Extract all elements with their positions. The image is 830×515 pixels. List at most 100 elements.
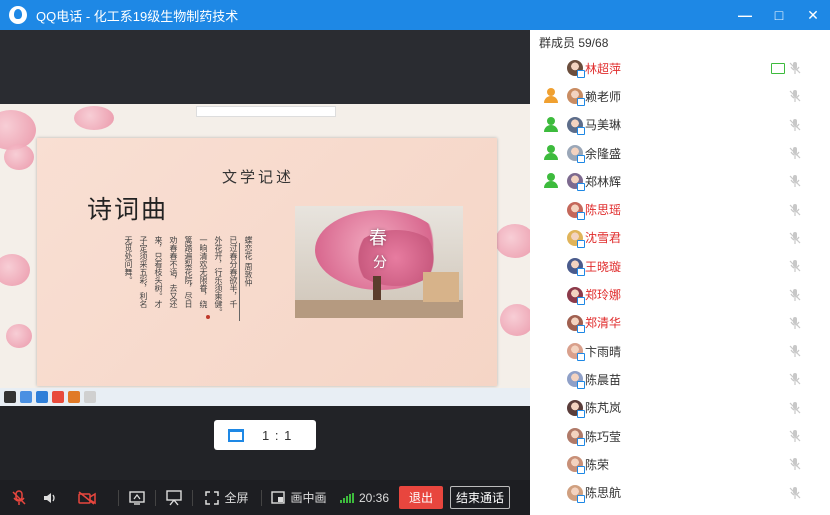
member-name: 郑清华	[585, 316, 622, 331]
avatar	[567, 343, 585, 362]
avatar	[567, 484, 585, 503]
avatar	[567, 173, 585, 192]
presentation-slide: 文学记述 诗词曲 蝶恋花 周敦仲 已过春分春欲半，千 外花开，行乐须乘健。 一晌…	[37, 138, 497, 386]
member-row[interactable]: 郑玲娜	[530, 280, 830, 308]
end-call-button[interactable]: 结束通话	[450, 486, 511, 509]
member-row[interactable]: 郑林辉	[530, 167, 830, 195]
avatar	[567, 229, 585, 248]
app-icon	[84, 391, 96, 403]
fullscreen-button[interactable]: 全屏	[199, 480, 255, 515]
member-row[interactable]: 郑清华	[530, 309, 830, 337]
member-name: 陈荣	[585, 457, 610, 472]
poem-column: 已过春分春欲半，千	[229, 236, 238, 308]
photo-caption: 春	[369, 228, 387, 249]
member-name: 王晓璇	[585, 259, 622, 274]
blossom-decoration	[495, 224, 530, 258]
slide-heading: 文学记述	[222, 168, 295, 186]
mic-muted-icon	[789, 203, 801, 216]
admin-role-icon	[543, 88, 559, 104]
member-name: 赖老师	[585, 89, 622, 104]
avatar	[567, 399, 585, 418]
photo-caption: 分	[373, 255, 387, 271]
avatar	[567, 145, 585, 164]
mic-muted-icon	[789, 118, 801, 131]
picture-in-picture-icon	[271, 491, 286, 504]
seal-mark	[206, 315, 210, 319]
pip-button[interactable]: 画中画	[268, 480, 330, 515]
maximize-button[interactable]: □	[762, 0, 796, 30]
minimize-button[interactable]: —	[728, 0, 762, 30]
avatar	[567, 88, 585, 107]
member-row[interactable]: 卞雨晴	[530, 337, 830, 365]
blossom-decoration	[74, 106, 114, 130]
device-icon	[577, 239, 585, 248]
fullscreen-label: 全屏	[224, 491, 249, 505]
close-button[interactable]: ✕	[796, 0, 830, 30]
member-row[interactable]: 陈芃岚	[530, 394, 830, 422]
speaker-button[interactable]	[38, 480, 62, 515]
mic-muted-icon	[789, 288, 801, 301]
mic-mute-button[interactable]	[0, 480, 38, 515]
device-icon	[577, 353, 585, 362]
qq-logo-icon	[9, 6, 27, 24]
pip-label: 画中画	[290, 491, 327, 505]
app-icon	[52, 391, 64, 403]
divider	[239, 243, 240, 321]
device-icon	[577, 183, 585, 192]
mic-muted-icon	[789, 458, 801, 471]
poem-column: 篱踏遍梨花院，尽日	[184, 236, 193, 308]
device-icon	[577, 155, 585, 164]
device-icon	[577, 409, 585, 418]
divider	[118, 489, 119, 506]
avatar	[567, 201, 585, 220]
member-row[interactable]: 陈晨苗	[530, 365, 830, 393]
device-icon	[577, 211, 585, 220]
member-panel: 群成员 59/68 林超萍 赖老师 马美琳 余隆盛 郑林辉 陈思瑶 沈雪君 王晓璇 郑玲娜 郑清华…	[530, 30, 830, 515]
screen-share-icon	[771, 62, 785, 74]
device-icon	[577, 98, 585, 107]
member-row[interactable]: 王晓璇	[530, 252, 830, 280]
exit-button[interactable]: 退出	[399, 486, 444, 509]
device-icon	[577, 438, 585, 446]
poem-column: 蝶恋花 周敦仲	[244, 236, 253, 287]
blossom-decoration	[0, 254, 30, 286]
window-controls: — □ ✕	[728, 0, 830, 30]
poem-column: 一晌清欢无限眷，绕	[199, 236, 208, 308]
member-name: 郑林辉	[585, 174, 622, 189]
member-row[interactable]: 陈巧莹	[530, 422, 830, 450]
member-name: 陈晨苗	[585, 372, 622, 387]
member-name: 郑玲娜	[585, 288, 622, 303]
mic-muted-icon	[789, 147, 801, 160]
member-list: 林超萍 赖老师 马美琳 余隆盛 郑林辉 陈思瑶 沈雪君 王晓璇 郑玲娜 郑清华 卞雨晴 陈晨苗 陈芃岚陈…	[530, 54, 830, 507]
avatar	[567, 314, 585, 333]
mic-muted-icon	[789, 345, 801, 358]
device-icon	[577, 70, 585, 79]
member-name: 卞雨晴	[585, 344, 622, 359]
slide-title: 诗词曲	[87, 195, 169, 224]
member-row[interactable]: 陈荣	[530, 450, 830, 478]
call-duration: 20:36	[359, 490, 390, 505]
poem-column: 外花开，行乐须乘健。	[214, 236, 223, 316]
share-screen-button[interactable]	[125, 480, 149, 515]
camera-off-button[interactable]	[62, 480, 112, 515]
mic-muted-icon	[789, 260, 801, 273]
aspect-ratio-button[interactable]: 1 : 1	[214, 420, 316, 450]
network-signal: 20:36	[340, 480, 389, 515]
recording-bar	[196, 106, 336, 117]
member-row[interactable]: 陈思航	[530, 478, 830, 506]
avatar	[567, 428, 585, 446]
shared-screen[interactable]: 文学记述 诗词曲 蝶恋花 周敦仲 已过春分春欲半，千 外花开，行乐须乘健。 一晌…	[0, 104, 530, 406]
member-row[interactable]: 马美琳	[530, 111, 830, 139]
member-row[interactable]: 陈思瑶	[530, 195, 830, 223]
member-row[interactable]: 赖老师	[530, 82, 830, 110]
member-row[interactable]: 余隆盛	[530, 139, 830, 167]
member-name: 陈思航	[585, 486, 622, 501]
member-name: 林超萍	[585, 61, 622, 76]
app-icon	[20, 391, 32, 403]
member-row[interactable]: 沈雪君	[530, 224, 830, 252]
whiteboard-button[interactable]	[162, 480, 186, 515]
admin-role-icon	[543, 173, 559, 189]
device-icon	[577, 466, 585, 475]
member-row[interactable]: 林超萍	[530, 54, 830, 82]
window-icon	[228, 428, 244, 442]
